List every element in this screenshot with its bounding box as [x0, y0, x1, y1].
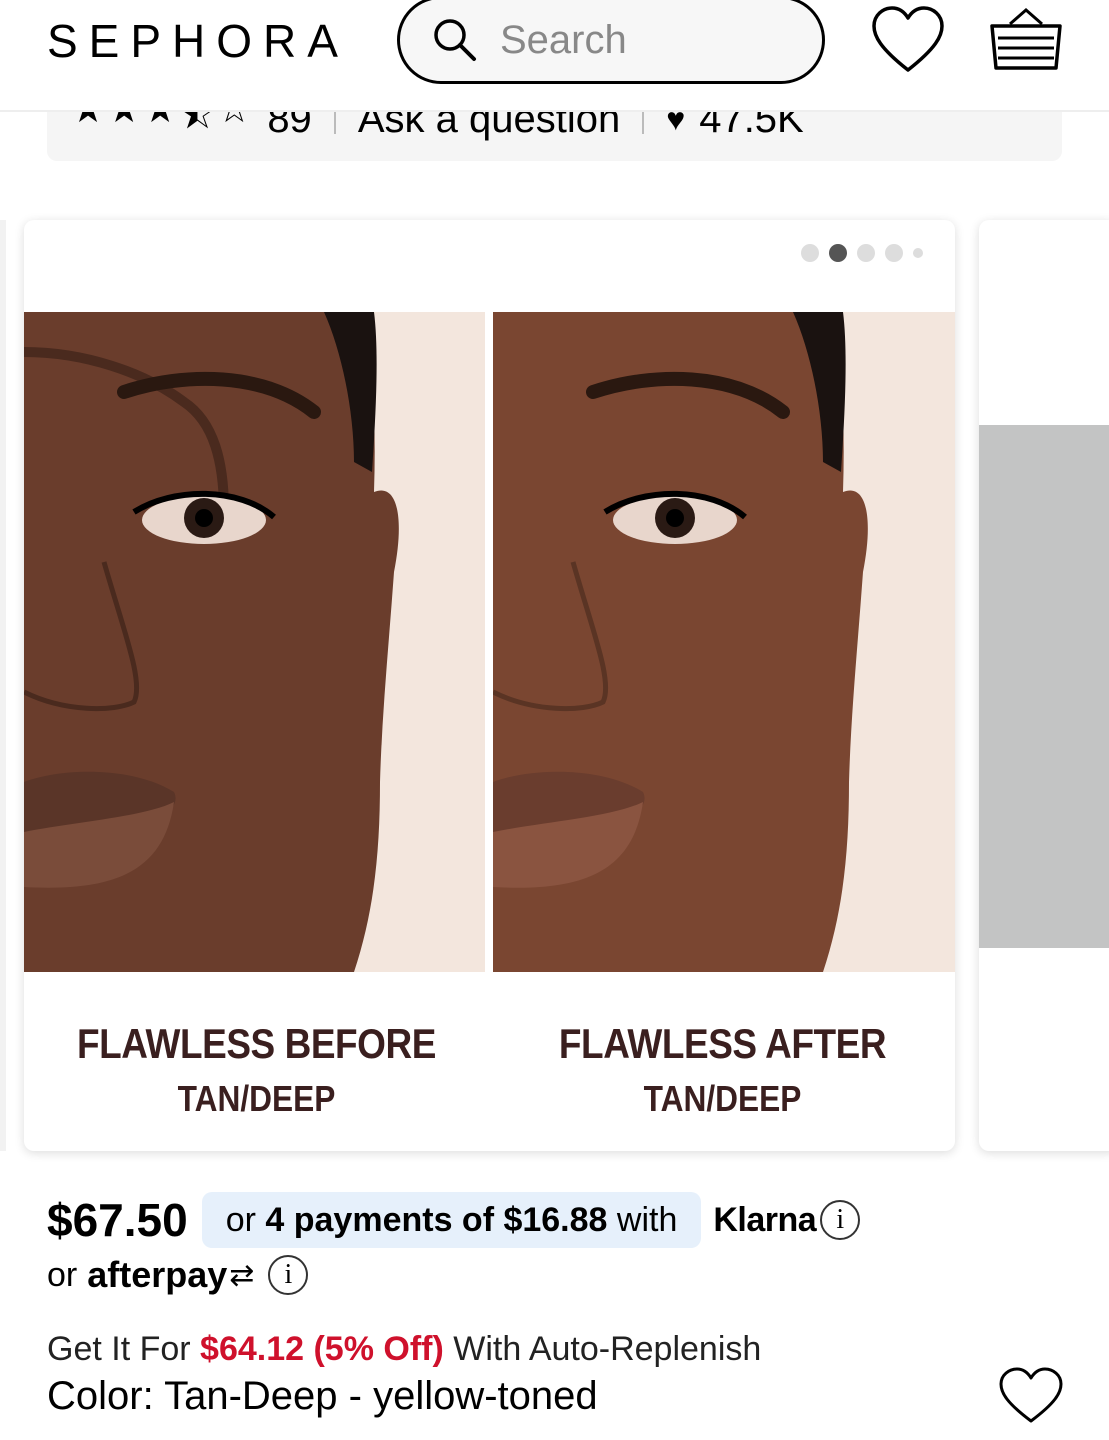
carousel-dot[interactable] — [913, 248, 923, 258]
carousel-dot[interactable] — [857, 244, 875, 262]
klarna-logo: Klarna — [713, 1200, 817, 1239]
afterpay-info-icon[interactable]: i — [268, 1255, 309, 1295]
carousel-dot[interactable] — [885, 244, 903, 262]
next-image-preview — [979, 425, 1109, 948]
klarna-info-icon[interactable]: i — [820, 1200, 861, 1240]
auto-replenish-line: Get It For $64.12 (5% Off) With Auto-Rep… — [47, 1330, 761, 1369]
afterpay-prefix: or — [47, 1255, 78, 1294]
after-caption: FLAWLESS AFTER TAN/DEEP — [490, 1020, 955, 1120]
auto-suffix: With Auto-Replenish — [443, 1330, 762, 1368]
afterpay-arrows-icon: ⇄ — [229, 1258, 255, 1292]
afterpay-logo: afterpay — [87, 1254, 228, 1295]
product-image-card[interactable]: FLAWLESS BEFORE TAN/DEEP FLAWLESS AFTER … — [24, 220, 955, 1151]
loves-heart-icon[interactable] — [870, 4, 946, 76]
klarna-offer[interactable]: or 4 payments of $16.88 with — [201, 1192, 702, 1248]
selected-color: Color: Tan-Deep - yellow-toned — [47, 1374, 598, 1418]
site-header: SEPHORA — [0, 0, 1109, 112]
search-icon — [434, 19, 476, 61]
before-caption: FLAWLESS BEFORE TAN/DEEP — [24, 1020, 489, 1120]
carousel-dot-active[interactable] — [829, 244, 847, 262]
klarna-payments: 4 payments of $16.88 — [265, 1200, 608, 1239]
before-title: FLAWLESS BEFORE — [77, 1020, 436, 1067]
klarna-prefix: or — [225, 1200, 266, 1239]
klarna-suffix: with — [607, 1200, 678, 1239]
next-image-card[interactable] — [979, 220, 1109, 1151]
auto-discount: $64.12 (5% Off) — [200, 1330, 444, 1368]
after-subtitle: TAN/DEEP — [643, 1078, 802, 1119]
after-title: FLAWLESS AFTER — [558, 1020, 887, 1067]
carousel-dots[interactable] — [801, 244, 923, 262]
after-photo — [493, 312, 955, 972]
previous-card-edge — [0, 220, 6, 1151]
before-subtitle: TAN/DEEP — [177, 1078, 336, 1119]
carousel-dot[interactable] — [801, 244, 819, 262]
auto-prefix: Get It For — [47, 1330, 201, 1368]
before-photo — [24, 312, 485, 972]
sephora-logo[interactable]: SEPHORA — [47, 14, 349, 68]
afterpay-row: or afterpay ⇄ i — [47, 1254, 309, 1296]
search-input[interactable] — [500, 15, 800, 65]
price: $67.50 — [47, 1194, 188, 1246]
search-bar[interactable] — [397, 0, 825, 84]
add-to-loves-heart-icon[interactable] — [998, 1366, 1064, 1426]
basket-icon[interactable] — [986, 2, 1066, 76]
price-row: $67.50 or 4 payments of $16.88 with Klar… — [47, 1192, 861, 1248]
